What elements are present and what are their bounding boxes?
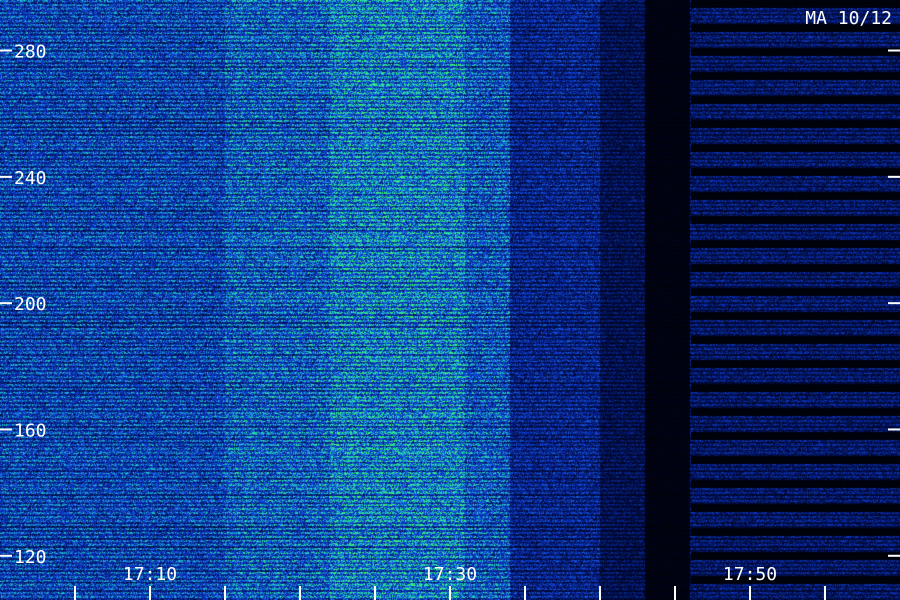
y-tick-label: 160 bbox=[14, 420, 47, 441]
axis-overlay: 120 160 200 240 280 17:10 17:30 17:50 MA 10/12 bbox=[0, 8, 900, 600]
y-tick-label: 280 bbox=[14, 42, 47, 63]
x-tick-label: 17:50 bbox=[723, 564, 777, 585]
y-tick-label: 240 bbox=[14, 168, 47, 189]
y-tick-label: 120 bbox=[14, 547, 47, 568]
x-tick-label: 17:30 bbox=[423, 564, 477, 585]
y-tick-label: 200 bbox=[14, 294, 47, 315]
x-tick-label: 17:10 bbox=[123, 564, 177, 585]
y-axis: 120 160 200 240 280 bbox=[0, 42, 900, 568]
corner-label: MA 10/12 bbox=[805, 8, 892, 29]
x-axis: 17:10 17:30 17:50 bbox=[74, 564, 826, 600]
